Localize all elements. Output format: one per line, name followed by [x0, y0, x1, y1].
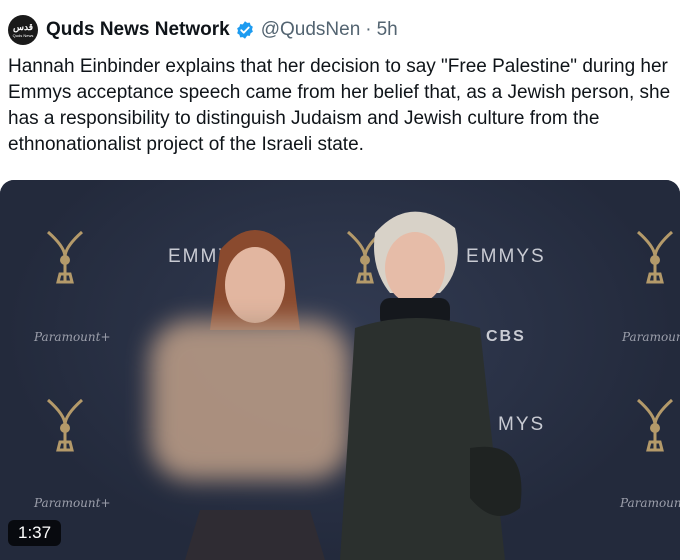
video-duration-badge: 1:37	[8, 520, 62, 546]
person-right	[340, 211, 522, 560]
emmy-statuette-icon	[47, 230, 83, 284]
author-handle[interactable]: @QudsNen	[261, 19, 361, 41]
author-avatar[interactable]: قدس Quds News	[8, 15, 38, 45]
author-name[interactable]: Quds News Network	[46, 19, 230, 41]
paramount-logo-text: Paramount	[622, 330, 680, 344]
emmy-statuette-icon	[637, 398, 673, 452]
post-header: قدس Quds News Quds News Network @QudsNen…	[8, 10, 680, 50]
separator-dot: ·	[365, 19, 372, 40]
paramount-logo-text: Paramount+	[34, 330, 111, 344]
verified-badge-icon	[236, 21, 253, 39]
avatar-logo-text: قدس	[12, 21, 33, 32]
emmy-statuette-icon	[637, 230, 673, 284]
post-text: Hannah Einbinder explains that her decis…	[8, 56, 671, 155]
paramount-logo-text: Paramount+	[34, 496, 111, 510]
emmy-statuette-icon	[47, 398, 83, 452]
post-time[interactable]: 5h	[377, 19, 398, 41]
video-player[interactable]: EMMY EMMYS MYS CBS Paramount+ Paramount …	[0, 180, 680, 560]
paramount-logo-text: Paramount	[620, 496, 680, 510]
avatar-logo-subtext: Quds News	[12, 32, 34, 38]
